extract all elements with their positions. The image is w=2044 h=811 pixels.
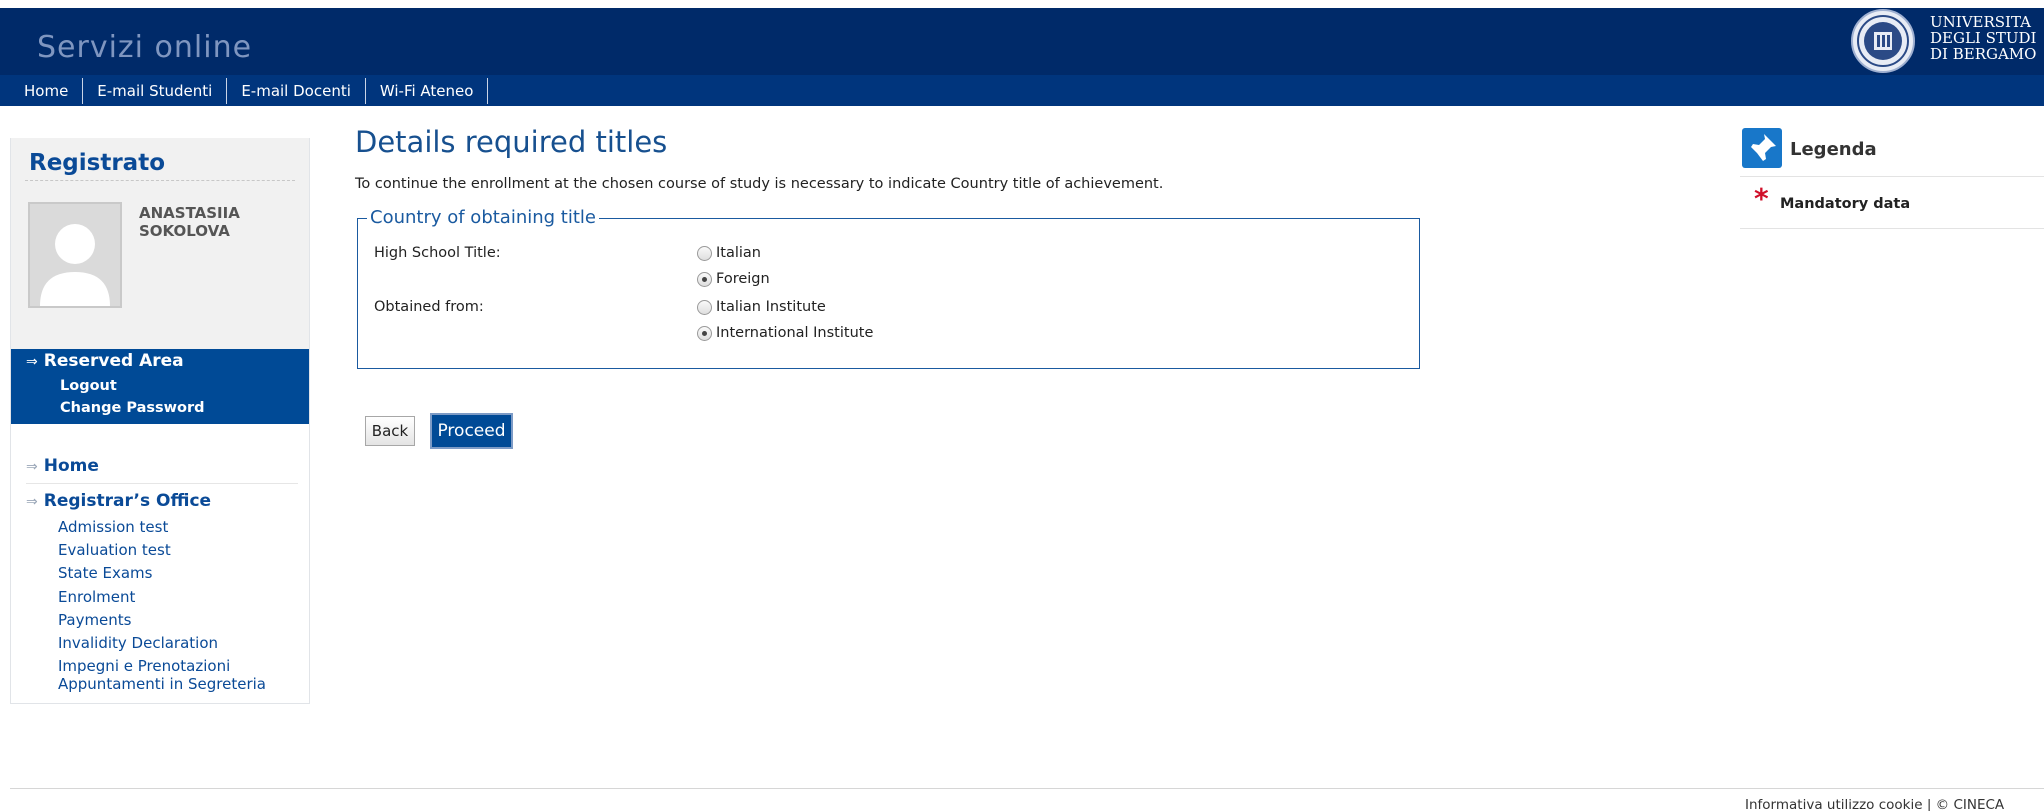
- sidebar-link-evaluation-test[interactable]: Evaluation test: [58, 539, 266, 562]
- radio-italian-institute[interactable]: Italian Institute: [697, 299, 826, 315]
- radio-international-institute-label: International Institute: [716, 325, 874, 341]
- sidebar-item-home[interactable]: ⇒ Home: [26, 456, 99, 476]
- footer-divider: [10, 788, 2044, 789]
- radio-italian-institute-control[interactable]: [697, 299, 712, 315]
- user-avatar-icon: [28, 202, 122, 308]
- logout-link[interactable]: Logout: [60, 378, 117, 394]
- sidebar-divider: [26, 483, 298, 484]
- radio-italian-label: Italian: [716, 245, 761, 261]
- fieldset-legend: Country of obtaining title: [367, 207, 599, 228]
- pin-icon: [1742, 128, 1782, 168]
- university-name: UNIVERSITA DEGLI STUDI DI BERGAMO: [1930, 13, 2037, 63]
- site-title: Servizi online: [37, 30, 253, 65]
- nav-wifi-ateneo[interactable]: Wi-Fi Ateneo: [366, 77, 489, 104]
- reserved-area-box: ⇒ Reserved Area Logout Change Password: [11, 349, 309, 424]
- sidebar-link-impegni-prenotazioni[interactable]: Impegni e Prenotazioni Appuntamenti in S…: [58, 657, 266, 693]
- intro-text: To continue the enrollment at the chosen…: [355, 176, 1164, 192]
- reserved-area-label: Reserved Area: [43, 351, 184, 371]
- back-button[interactable]: Back: [365, 416, 415, 446]
- radio-italian-institute-label: Italian Institute: [716, 299, 826, 315]
- sidebar-item-registrar-label: Registrar’s Office: [43, 491, 212, 511]
- radio-foreign-label: Foreign: [716, 271, 770, 287]
- sidebar-heading: Registrato: [29, 150, 166, 176]
- sidebar-link-invalidity-declaration[interactable]: Invalidity Declaration: [58, 632, 266, 655]
- radio-international-institute-control[interactable]: [697, 325, 712, 341]
- mandatory-star-icon: *: [1754, 182, 1769, 215]
- sidebar-link-state-exams[interactable]: State Exams: [58, 562, 266, 585]
- nav-email-docenti[interactable]: E-mail Docenti: [227, 77, 366, 104]
- radio-foreign-control[interactable]: [697, 271, 712, 287]
- radio-italian-control[interactable]: [697, 245, 712, 261]
- sidebar-item-home-label: Home: [43, 456, 99, 476]
- top-navbar: Home E-mail Studenti E-mail Docenti Wi-F…: [0, 75, 2044, 106]
- user-name: ANASTASIIA SOKOLOVA: [139, 204, 240, 240]
- profile-divider: [25, 180, 295, 181]
- reserved-area-title[interactable]: ⇒ Reserved Area: [26, 351, 184, 371]
- radio-italian[interactable]: Italian: [697, 245, 761, 261]
- arrow-right-icon: ⇒: [26, 494, 38, 510]
- proceed-button[interactable]: Proceed: [430, 413, 513, 449]
- country-title-fieldset: Country of obtaining title High School T…: [357, 207, 1420, 369]
- legenda-panel: Legenda * Mandatory data: [1740, 128, 2044, 230]
- registrar-submenu: Admission test Evaluation test State Exa…: [58, 516, 266, 693]
- nav-home[interactable]: Home: [10, 77, 84, 104]
- nav-email-studenti[interactable]: E-mail Studenti: [83, 77, 228, 104]
- mandatory-data-label: Mandatory data: [1780, 196, 1911, 212]
- radio-international-institute[interactable]: International Institute: [697, 325, 873, 341]
- arrow-right-icon: ⇒: [26, 354, 38, 370]
- sidebar-item-registrar[interactable]: ⇒ Registrar’s Office: [26, 491, 211, 511]
- radio-foreign[interactable]: Foreign: [697, 271, 770, 287]
- arrow-right-icon: ⇒: [26, 459, 38, 475]
- legenda-title: Legenda: [1790, 139, 1877, 160]
- sidebar-link-admission-test[interactable]: Admission test: [58, 516, 266, 539]
- sidebar-link-payments[interactable]: Payments: [58, 609, 266, 632]
- legenda-divider: [1740, 176, 2044, 177]
- left-sidebar: Registrato ANASTASIIA SOKOLOVA ⇒ Reserved…: [10, 138, 310, 704]
- high-school-label: High School Title:: [374, 245, 501, 261]
- site-header: Servizi online UNIVERSITA DEGLI STUDI DI…: [0, 8, 2044, 75]
- university-seal-icon: [1850, 8, 1916, 74]
- profile-box: Registrato ANASTASIIA SOKOLOVA: [11, 138, 309, 349]
- footer-text[interactable]: Informativa utilizzo cookie | © CINECA: [1745, 797, 2004, 811]
- change-password-link[interactable]: Change Password: [60, 400, 205, 416]
- obtained-from-label: Obtained from:: [374, 299, 484, 315]
- sidebar-link-enrolment[interactable]: Enrolment: [58, 586, 266, 609]
- page-title: Details required titles: [355, 125, 668, 159]
- legenda-divider-bottom: [1740, 228, 2044, 229]
